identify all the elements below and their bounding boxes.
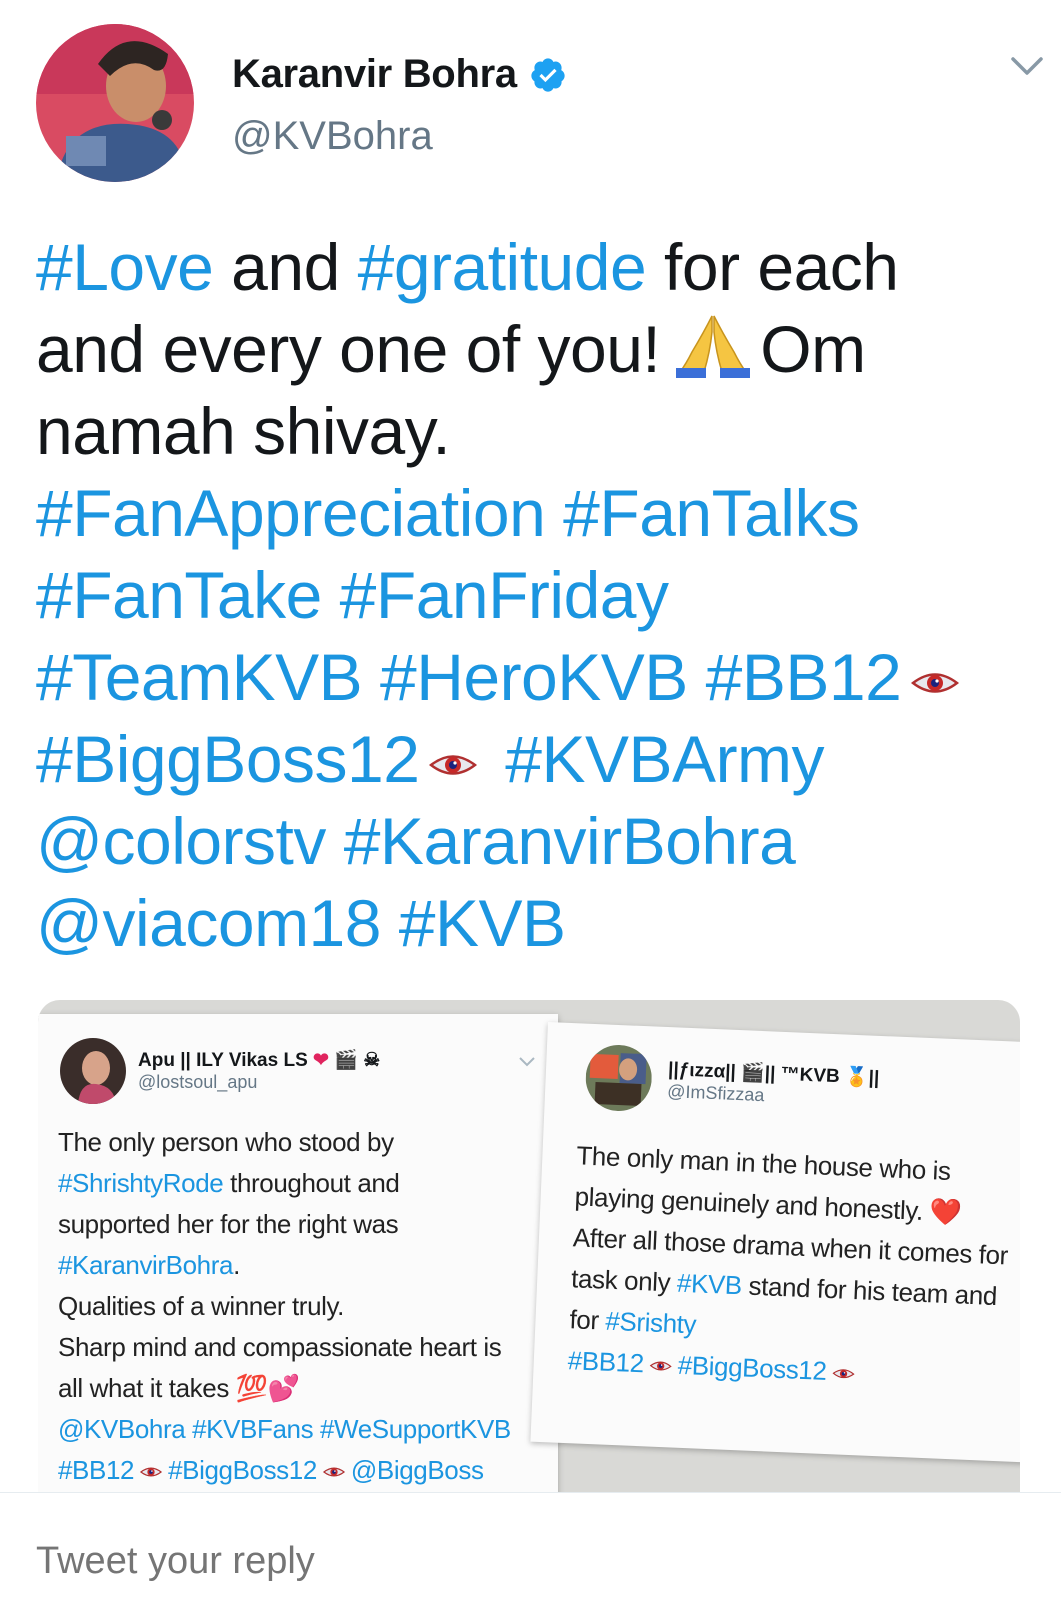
text-line: #TeamKVB #HeroKVB #BB12	[36, 636, 1036, 718]
embedded-text-right: The only man in the house who is playing …	[567, 1135, 1012, 1399]
embedded-name-left: Apu || ILY Vikas LS ❤ 🎬 ☠	[138, 1050, 381, 1071]
text-line: #BB12 #BiggBoss12 @BiggBoss	[58, 1450, 511, 1491]
avatar-photo	[36, 24, 194, 182]
text-segment: Om	[760, 312, 866, 386]
text-line: namah shivay.	[36, 390, 1036, 472]
text-line: Qualities of a winner truly.	[58, 1286, 511, 1327]
ghost-emoji: ☠	[363, 1050, 381, 1071]
embedded-tweet-right: ||ƒιzzα|| 🎬|| ™KVB 🏅|| @ImSfizzaa The on…	[530, 1022, 1020, 1463]
text-line: @KVBohra #KVBFans #WeSupportKVB	[58, 1409, 511, 1450]
embedded-text-left: The only person who stood by #ShrishtyRod…	[58, 1122, 511, 1491]
text-line: #KaranvirBohra.	[58, 1245, 511, 1286]
hashtag-link[interactable]: #BiggBoss12	[168, 1455, 317, 1485]
hashtag-link[interactable]: #Srishty	[605, 1306, 697, 1340]
text-segment: namah shivay.	[36, 394, 451, 468]
text-segment: for	[568, 1304, 607, 1336]
hashtag-link[interactable]: #KVB	[676, 1268, 742, 1301]
hashtag-link[interactable]: #TeamKVB #HeroKVB #BB12	[36, 640, 902, 714]
hashtag-link[interactable]: #ShrishtyRode	[58, 1168, 224, 1198]
hashtag-link[interactable]: #BiggBoss12	[36, 722, 420, 796]
author-handle[interactable]: @KVBohra	[232, 114, 433, 159]
embedded-handle-left: @lostsoul_apu	[138, 1072, 258, 1092]
hashtag-link[interactable]: @viacom18 #KVB	[36, 886, 566, 960]
hashtag-link[interactable]: @KVBohra #KVBFans #WeSupportKVB	[58, 1414, 511, 1444]
text-segment: .	[233, 1250, 240, 1280]
author-name-row: Karanvir Bohra	[232, 52, 567, 97]
text-line: @viacom18 #KVB	[36, 882, 1036, 964]
text-segment: supported her for the right was	[58, 1209, 399, 1239]
text-line: #FanTake #FanFriday	[36, 554, 1036, 636]
text-line: supported her for the right was	[58, 1204, 511, 1245]
divider	[0, 1492, 1061, 1493]
embedded-handle-right: @ImSfizzaa	[666, 1081, 765, 1106]
embedded-avatar-left	[60, 1038, 126, 1104]
author-avatar[interactable]	[36, 24, 194, 182]
folded-hands-emoji	[676, 315, 751, 378]
text-line: #BiggBoss12 #KVBArmy	[36, 718, 1036, 800]
eye-emoji	[649, 1361, 672, 1371]
embedded-avatar-right	[584, 1043, 654, 1113]
text-segment: Sharp mind and compassionate heart is	[58, 1332, 502, 1362]
text-line: #ShrishtyRode throughout and	[58, 1163, 511, 1204]
embedded-chevron-icon	[519, 1057, 535, 1067]
text-segment: all what it takes 💯💕	[58, 1373, 300, 1403]
embedded-tweet-left: Apu || ILY Vikas LS ❤ 🎬 ☠ @lostsoul_apu …	[38, 1014, 558, 1492]
text-line: Sharp mind and compassionate heart is	[58, 1327, 511, 1368]
reply-input[interactable]	[36, 1540, 736, 1583]
text-segment: throughout and	[223, 1168, 400, 1198]
tweet-text: #Love and #gratitude for each and every o…	[36, 226, 1036, 964]
hashtag-link[interactable]: #KaranvirBohra	[58, 1250, 233, 1280]
hashtag-link[interactable]: @colorstv #KaranvirBohra	[36, 804, 796, 878]
text-segment: stand for his team and	[741, 1270, 998, 1312]
text-segment: and	[213, 230, 358, 304]
text-line: #FanAppreciation #FanTalks	[36, 472, 1036, 554]
text-segment: Qualities of a winner truly.	[58, 1291, 344, 1321]
text-segment: task only	[570, 1263, 678, 1298]
author-name[interactable]: Karanvir Bohra	[232, 52, 517, 97]
text-segment: for each	[646, 230, 899, 304]
hashtag-link[interactable]: @BiggBoss	[351, 1455, 484, 1485]
text-line: #Love and #gratitude for each	[36, 226, 1036, 308]
text-segment: The only person who stood by	[58, 1127, 394, 1157]
hashtag-link[interactable]: #FanAppreciation #FanTalks	[36, 476, 860, 550]
hashtag-link[interactable]: #gratitude	[358, 230, 647, 304]
hashtag-link[interactable]: #Love	[36, 230, 214, 304]
eye-emoji	[911, 672, 960, 693]
text-line: The only person who stood by	[58, 1122, 511, 1163]
text-line: all what it takes 💯💕	[58, 1368, 511, 1409]
verified-badge-icon	[531, 57, 565, 92]
text-line: @colorstv #KaranvirBohra	[36, 800, 1036, 882]
hashtag-link[interactable]: #KVBArmy	[487, 722, 824, 796]
eye-emoji	[322, 1467, 345, 1477]
text-segment: and every one of you!	[36, 312, 661, 386]
heart-emoji: ❤	[313, 1050, 329, 1071]
clapper-emoji: 🎬	[334, 1050, 358, 1071]
hashtag-link[interactable]: #BB12	[567, 1345, 644, 1378]
hashtag-link[interactable]: #BB12	[58, 1455, 134, 1485]
eye-emoji	[832, 1369, 855, 1379]
eye-emoji	[429, 754, 478, 775]
eye-emoji	[140, 1467, 163, 1477]
chevron-down-icon[interactable]	[1010, 56, 1044, 78]
text-line: and every one of you! Om	[36, 308, 1036, 390]
tweet-media-image[interactable]: Apu || ILY Vikas LS ❤ 🎬 ☠ @lostsoul_apu …	[38, 1000, 1020, 1492]
hashtag-link[interactable]: #BiggBoss12	[677, 1350, 827, 1386]
hashtag-link[interactable]: #FanTake #FanFriday	[36, 558, 669, 632]
